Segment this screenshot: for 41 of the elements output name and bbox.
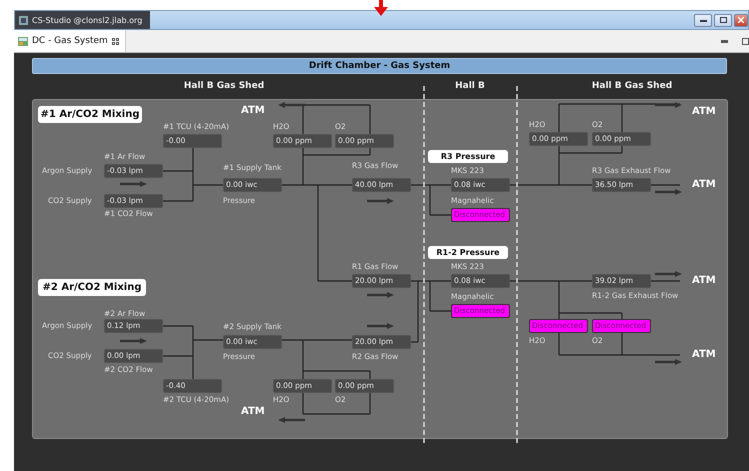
section-title: R1-2 Pressure — [428, 246, 508, 259]
close-button[interactable] — [734, 14, 748, 26]
editor-tab[interactable]: DC - Gas System — [14, 30, 126, 52]
right-arrow-icon — [655, 102, 682, 108]
close-icon[interactable] — [112, 38, 119, 44]
pipe-line — [651, 280, 680, 282]
minimize-button[interactable] — [694, 14, 712, 26]
atm-label: ATM — [692, 349, 716, 360]
right-arrow-icon — [655, 359, 682, 365]
section-title: #2 Ar/CO2 Mixing — [38, 279, 146, 296]
atm-label: ATM — [692, 275, 716, 286]
right-arrow-icon — [367, 323, 394, 329]
display-header: Drift Chamber - Gas System — [32, 58, 727, 74]
column-heading: Hall B Gas Shed — [184, 81, 264, 91]
app-icon — [19, 16, 28, 24]
minimize-icon — [700, 18, 706, 22]
minimize-icon[interactable] — [721, 40, 728, 42]
left-arrow-icon — [278, 102, 305, 108]
maximize-icon — [720, 17, 726, 23]
section-title: #1 Ar/CO2 Mixing — [38, 106, 142, 123]
close-icon — [738, 17, 744, 23]
right-arrow-icon — [655, 189, 682, 195]
display-icon — [18, 36, 28, 46]
left-arrow-icon — [278, 417, 305, 423]
column-heading: Hall B — [455, 81, 485, 91]
right-arrow-icon — [120, 181, 147, 187]
atm-label: ATM — [692, 106, 716, 117]
maximize-icon[interactable] — [742, 38, 749, 44]
right-arrow-icon — [367, 292, 394, 298]
down-arrow-icon — [374, 0, 388, 16]
right-arrow-icon — [367, 198, 394, 204]
right-arrow-icon — [655, 271, 682, 277]
column-heading: Hall B Gas Shed — [592, 81, 672, 91]
right-arrow-icon — [120, 338, 147, 344]
atm-label: ATM — [241, 406, 265, 417]
window-title-text: CS-Studio @clonsl2.jlab.org — [32, 16, 142, 24]
maximize-button[interactable] — [714, 14, 732, 26]
atm-label: ATM — [241, 105, 265, 116]
pipe-line — [651, 184, 680, 186]
section-title: R3 Pressure — [428, 150, 508, 163]
atm-label: ATM — [692, 179, 716, 190]
